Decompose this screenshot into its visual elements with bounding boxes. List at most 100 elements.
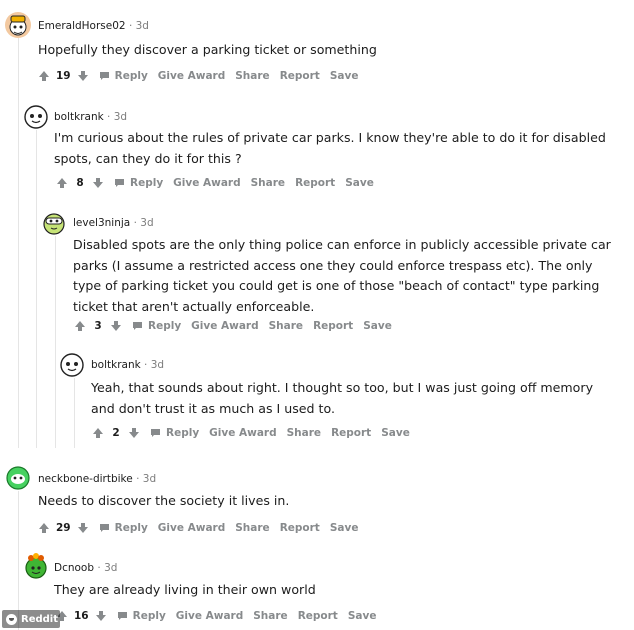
thread-line[interactable] (55, 236, 56, 448)
timestamp[interactable]: 3d (136, 20, 149, 32)
avatar[interactable] (23, 104, 49, 130)
thread-line[interactable] (18, 490, 19, 630)
give-award-button[interactable]: Give Award (173, 177, 240, 189)
thread-line[interactable] (74, 378, 75, 448)
comment-body: Yeah, that sounds about right. I thought… (91, 380, 594, 416)
downvote-arrow-icon[interactable] (77, 522, 89, 534)
vote-group: 19 (38, 70, 89, 82)
save-button[interactable]: Save (345, 177, 374, 189)
give-award-button[interactable]: Give Award (158, 522, 225, 534)
thread-line[interactable] (18, 38, 19, 448)
comment-actions: 3 Reply Give Award Share Report Save (74, 318, 392, 334)
snoo-avatar-icon (43, 213, 65, 235)
comment-body: They are already living in their own wor… (54, 582, 316, 597)
snoo-avatar-icon (6, 466, 30, 490)
reply-bubble-icon (99, 524, 109, 532)
reply-button[interactable]: Reply (132, 320, 181, 332)
downvote-arrow-icon[interactable] (92, 177, 104, 189)
share-button[interactable]: Share (287, 427, 321, 439)
thread-line[interactable] (36, 128, 37, 448)
snoo-avatar-icon (24, 105, 48, 129)
share-button[interactable]: Share (251, 177, 285, 189)
username-link[interactable]: boltkrank (91, 359, 141, 371)
comment-actions: 16 Reply Give Award Share Report Save (56, 608, 376, 624)
save-button[interactable]: Save (330, 70, 359, 82)
reddit-logo-icon (6, 613, 17, 625)
report-button[interactable]: Report (280, 522, 320, 534)
username-link[interactable]: Dcnoob (54, 562, 94, 574)
downvote-arrow-icon[interactable] (110, 320, 122, 332)
report-button[interactable]: Report (280, 70, 320, 82)
vote-score: 16 (74, 610, 89, 622)
avatar[interactable] (5, 12, 31, 38)
reply-button[interactable]: Reply (99, 522, 148, 534)
share-button[interactable]: Share (235, 522, 269, 534)
vote-group: 29 (38, 522, 89, 534)
save-button[interactable]: Save (381, 427, 410, 439)
upvote-arrow-icon[interactable] (38, 70, 50, 82)
comment-actions: 19 Reply Give Award Share Report Save (38, 68, 358, 84)
upvote-arrow-icon[interactable] (38, 522, 50, 534)
report-button[interactable]: Report (331, 427, 371, 439)
timestamp[interactable]: 3d (104, 562, 117, 574)
report-button[interactable]: Report (295, 177, 335, 189)
timestamp[interactable]: 3d (140, 217, 153, 229)
downvote-arrow-icon[interactable] (95, 610, 107, 622)
vote-score: 19 (56, 70, 71, 82)
give-award-button[interactable]: Give Award (209, 427, 276, 439)
username-link[interactable]: boltkrank (54, 111, 104, 123)
save-button[interactable]: Save (348, 610, 377, 622)
reply-label: Reply (130, 177, 164, 189)
share-button[interactable]: Share (235, 70, 269, 82)
report-button[interactable]: Report (313, 320, 353, 332)
comment-actions: 2 Reply Give Award Share Report Save (92, 425, 410, 441)
timestamp[interactable]: 3d (143, 473, 156, 485)
reply-button[interactable]: Reply (150, 427, 199, 439)
comment-meta: level3ninja · 3d (73, 217, 154, 229)
username-link[interactable]: neckbone-dirtbike (38, 473, 133, 485)
reddit-watermark: Reddit (2, 610, 60, 628)
avatar[interactable] (5, 465, 31, 491)
separator-dot: · (133, 217, 137, 229)
avatar[interactable] (59, 352, 85, 378)
comment-body: Disabled spots are the only thing police… (73, 237, 611, 314)
save-button[interactable]: Save (330, 522, 359, 534)
share-button[interactable]: Share (253, 610, 287, 622)
save-button[interactable]: Save (363, 320, 392, 332)
vote-group: 16 (56, 610, 107, 622)
reply-button[interactable]: Reply (114, 177, 163, 189)
downvote-arrow-icon[interactable] (77, 70, 89, 82)
avatar[interactable] (41, 210, 67, 236)
reply-bubble-icon (117, 612, 127, 620)
comment-body: I'm curious about the rules of private c… (54, 130, 606, 166)
reply-label: Reply (166, 427, 200, 439)
comment-meta: EmeraldHorse02 · 3d (38, 20, 149, 32)
reply-bubble-icon (115, 179, 124, 187)
username-link[interactable]: EmeraldHorse02 (38, 20, 126, 32)
comment-meta: neckbone-dirtbike · 3d (38, 473, 156, 485)
separator-dot: · (107, 111, 111, 123)
reply-label: Reply (148, 320, 182, 332)
avatar[interactable] (23, 553, 49, 579)
upvote-arrow-icon[interactable] (56, 177, 68, 189)
reply-button[interactable]: Reply (117, 610, 166, 622)
upvote-arrow-icon[interactable] (92, 427, 104, 439)
give-award-button[interactable]: Give Award (176, 610, 243, 622)
vote-group: 2 (92, 427, 140, 439)
username-link[interactable]: level3ninja (73, 217, 130, 229)
upvote-arrow-icon[interactable] (74, 320, 86, 332)
separator-dot: · (136, 473, 140, 485)
downvote-arrow-icon[interactable] (128, 427, 140, 439)
timestamp[interactable]: 3d (151, 359, 164, 371)
separator-dot: · (97, 562, 101, 574)
share-button[interactable]: Share (269, 320, 303, 332)
comment-body: Hopefully they discover a parking ticket… (38, 42, 377, 57)
reply-button[interactable]: Reply (99, 70, 148, 82)
give-award-button[interactable]: Give Award (158, 70, 225, 82)
timestamp[interactable]: 3d (114, 111, 127, 123)
report-button[interactable]: Report (298, 610, 338, 622)
comment-meta: boltkrank · 3d (54, 111, 127, 123)
give-award-button[interactable]: Give Award (191, 320, 258, 332)
snoo-avatar-icon (25, 553, 47, 579)
vote-group: 8 (56, 177, 104, 189)
